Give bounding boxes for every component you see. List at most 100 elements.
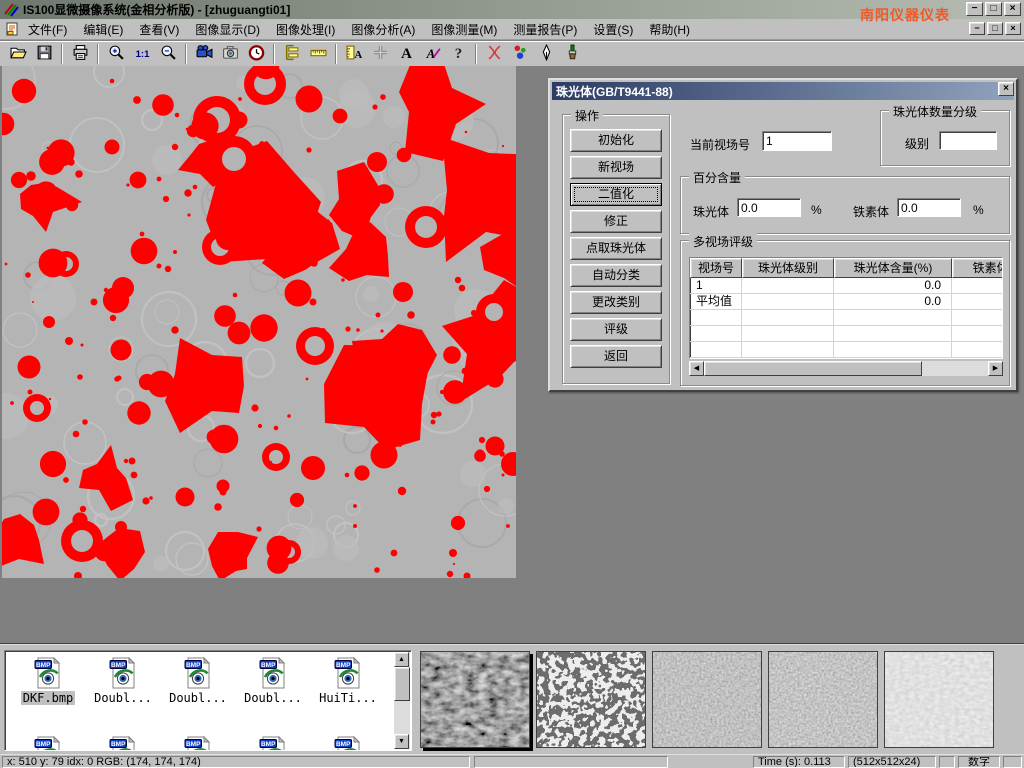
dialog-close-icon[interactable]: × <box>998 82 1014 96</box>
return-button[interactable]: 返回 <box>570 345 662 368</box>
pearlite-percent-input[interactable] <box>737 198 801 217</box>
file-item[interactable]: BMP <box>161 736 235 751</box>
menu-item-view[interactable]: 查看(V) <box>131 18 187 41</box>
caliper-button[interactable] <box>279 43 305 65</box>
menu-item-image-analysis[interactable]: 图像分析(A) <box>343 18 423 41</box>
file-item[interactable]: BMP <box>311 736 385 751</box>
menu-item-settings[interactable]: 设置(S) <box>585 18 641 41</box>
menu-item-file[interactable]: 文件(F) <box>20 18 75 41</box>
scroll-thumb[interactable] <box>394 667 410 701</box>
file-item[interactable]: BMP <box>11 736 85 751</box>
save-button[interactable] <box>31 43 57 65</box>
particles-button[interactable] <box>507 43 533 65</box>
scroll-thumb[interactable] <box>704 361 922 376</box>
scroll-left-icon[interactable]: ◀ <box>689 361 704 376</box>
curve-tool-button[interactable] <box>481 43 507 65</box>
file-name: Doubl... <box>242 691 304 705</box>
cross-icon <box>372 44 389 64</box>
particles-icon <box>512 44 529 64</box>
rate-button[interactable]: 评级 <box>570 318 662 341</box>
table-row[interactable]: 平均值0.0 <box>690 294 1002 310</box>
micrograph-thumb-5[interactable] <box>884 651 994 748</box>
close-icon[interactable]: × <box>1004 2 1021 16</box>
micrograph-thumb-3[interactable] <box>652 651 762 748</box>
video-camera-button[interactable] <box>191 43 217 65</box>
menu-item-measure-report[interactable]: 测量报告(P) <box>505 18 585 41</box>
menu-items: 文件(F)编辑(E)查看(V)图像显示(D)图像处理(I)图像分析(A)图像测量… <box>20 18 698 41</box>
auto-classify-button[interactable]: 自动分类 <box>570 264 662 287</box>
change-class-button[interactable]: 更改类别 <box>570 291 662 314</box>
file-vertical-scrollbar[interactable]: ▲ ▼ <box>394 652 410 749</box>
table-cell <box>690 326 742 342</box>
ruler-button[interactable] <box>305 43 331 65</box>
zoom-in-button[interactable] <box>103 43 129 65</box>
table-cell <box>742 326 834 342</box>
camera-button[interactable] <box>217 43 243 65</box>
toolbar-separator <box>273 44 275 64</box>
scroll-right-icon[interactable]: ▶ <box>988 361 1003 376</box>
binarize-button[interactable]: 二值化 <box>570 183 662 206</box>
table-cell: 平均值 <box>690 294 742 310</box>
file-item[interactable]: BMPDKF.bmp <box>11 657 85 705</box>
micrograph-image[interactable] <box>2 66 516 578</box>
file-name: HuiTi... <box>317 691 379 705</box>
table-row[interactable]: 10.0 <box>690 278 1002 294</box>
file-item[interactable]: BMPDoubl... <box>236 657 310 705</box>
help-button[interactable]: ? <box>445 43 471 65</box>
text-a-button[interactable]: A <box>393 43 419 65</box>
dialog-title-bar[interactable]: 珠光体(GB/T9441-88) <box>552 82 1014 100</box>
maximize-icon[interactable]: □ <box>985 2 1002 16</box>
child-minimize-icon[interactable]: − <box>969 22 985 35</box>
file-item[interactable]: BMP <box>86 736 160 751</box>
bmp-image-icon: BMP <box>32 657 64 689</box>
file-item[interactable]: BMP <box>236 736 310 751</box>
pick-pearlite-button[interactable]: 点取珠光体 <box>570 237 662 260</box>
text-edit-button[interactable]: A <box>419 43 445 65</box>
current-field-input[interactable] <box>762 131 832 151</box>
column-header[interactable]: 铁素体含量(%) <box>952 258 1003 278</box>
child-document-icon[interactable] <box>4 21 20 37</box>
micrograph-thumb-4[interactable] <box>768 651 878 748</box>
pen-button[interactable] <box>533 43 559 65</box>
file-item[interactable]: BMPHuiTi... <box>311 657 385 705</box>
child-close-icon[interactable]: × <box>1005 22 1021 35</box>
svg-text:1:1: 1:1 <box>135 49 149 60</box>
level-input[interactable] <box>939 131 997 150</box>
file-item[interactable]: BMPDoubl... <box>86 657 160 705</box>
menu-item-image-display[interactable]: 图像显示(D) <box>187 18 268 41</box>
brush-button[interactable] <box>559 43 585 65</box>
micrograph-thumb-1[interactable] <box>420 651 530 748</box>
ferrite-percent-input[interactable] <box>897 198 961 217</box>
cross-button[interactable] <box>367 43 393 65</box>
micrograph-thumb-2[interactable] <box>536 651 646 748</box>
bmp-image-icon: BMP <box>257 736 289 751</box>
scroll-down-icon[interactable]: ▼ <box>394 734 409 749</box>
init-button[interactable]: 初始化 <box>570 129 662 152</box>
actual-size-button[interactable]: 1:1 <box>129 43 155 65</box>
scroll-up-icon[interactable]: ▲ <box>394 652 409 667</box>
table-row[interactable] <box>690 326 1002 342</box>
minimize-icon[interactable]: − <box>966 2 983 16</box>
open-folder-button[interactable] <box>5 43 31 65</box>
menu-item-image-processing[interactable]: 图像处理(I) <box>268 18 343 41</box>
column-header[interactable]: 珠光体级别 <box>742 258 834 278</box>
table-row[interactable] <box>690 342 1002 358</box>
table-row[interactable] <box>690 310 1002 326</box>
pen-icon <box>538 44 555 64</box>
column-header[interactable]: 珠光体含量(%) <box>834 258 952 278</box>
menu-item-edit[interactable]: 编辑(E) <box>75 18 131 41</box>
child-restore-icon[interactable]: □ <box>987 22 1003 35</box>
measure-text-button[interactable]: A <box>341 43 367 65</box>
correct-button[interactable]: 修正 <box>570 210 662 233</box>
menu-item-image-measure[interactable]: 图像测量(M) <box>423 18 505 41</box>
print-button[interactable] <box>67 43 93 65</box>
table-horizontal-scrollbar[interactable]: ◀ ▶ <box>689 361 1003 376</box>
zoom-out-button[interactable] <box>155 43 181 65</box>
file-item[interactable]: BMPDoubl... <box>161 657 235 705</box>
clock-button[interactable] <box>243 43 269 65</box>
new-field-button[interactable]: 新视场 <box>570 156 662 179</box>
column-header[interactable]: 视场号 <box>690 258 742 278</box>
bmp-image-icon: BMP <box>32 736 64 751</box>
help-icon: ? <box>450 44 467 64</box>
menu-item-help[interactable]: 帮助(H) <box>641 18 698 41</box>
